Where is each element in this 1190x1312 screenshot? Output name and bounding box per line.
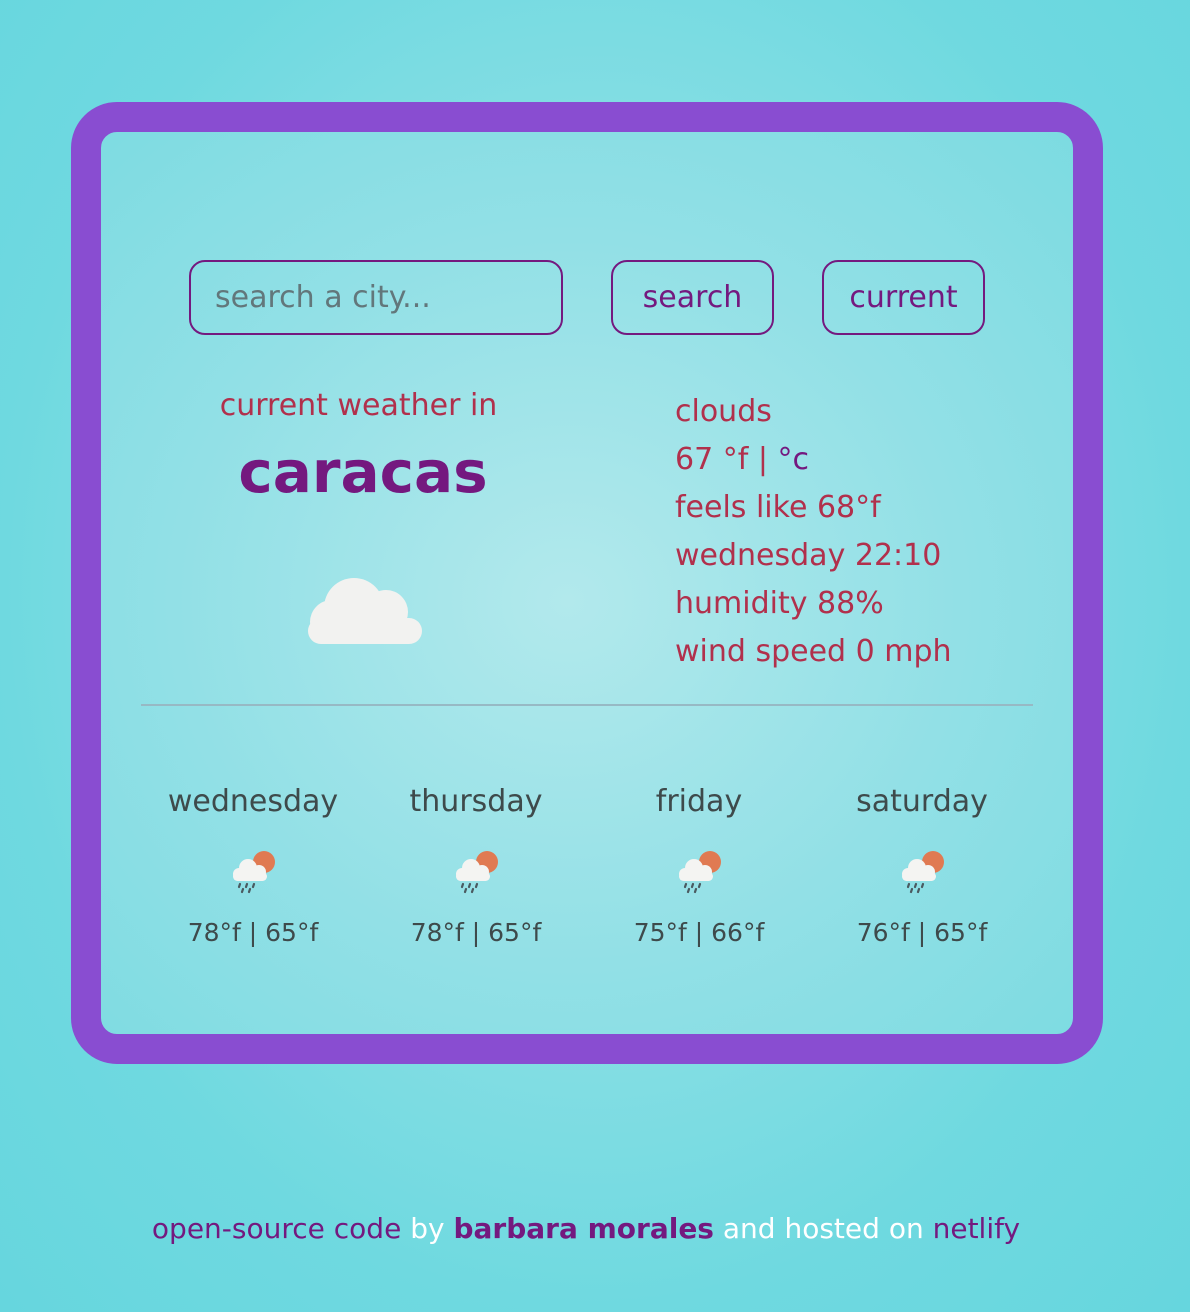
- forecast-day: wednesday 78°f | 65°f: [142, 782, 364, 947]
- author-link[interactable]: barbara morales: [453, 1212, 714, 1245]
- weather-app-inner: search current current weather in caraca…: [101, 132, 1073, 1034]
- forecast-temps: 76°f | 65°f: [856, 918, 988, 947]
- footer: open-source code by barbara morales and …: [0, 1212, 1172, 1245]
- unit-separator: |: [757, 442, 768, 477]
- weather-app-card: search current current weather in caraca…: [71, 102, 1103, 1064]
- rain-sun-icon: [456, 851, 498, 894]
- netlify-link[interactable]: netlify: [933, 1212, 1020, 1245]
- divider: [141, 704, 1033, 706]
- current-location-button[interactable]: current: [822, 260, 985, 335]
- footer-by-text: by: [410, 1212, 445, 1245]
- forecast-day: friday 75°f | 66°f: [588, 782, 810, 947]
- city-search-input[interactable]: [189, 260, 563, 335]
- feels-like: feels like 68°f: [675, 490, 881, 525]
- forecast-day: saturday 76°f | 65°f: [811, 782, 1033, 947]
- date-time: wednesday 22:10: [675, 538, 942, 573]
- weather-description: clouds: [675, 394, 772, 429]
- footer-hosted-text: and hosted on: [722, 1212, 924, 1245]
- temperature-value: 67: [675, 442, 714, 477]
- forecast-temps: 75°f | 66°f: [633, 918, 765, 947]
- forecast-day-name: friday: [655, 784, 743, 819]
- search-button[interactable]: search: [611, 260, 774, 335]
- cloud-icon: [308, 578, 422, 644]
- forecast-day-name: thursday: [409, 784, 543, 819]
- wind-speed: wind speed 0 mph: [675, 634, 952, 669]
- forecast-day-name: saturday: [856, 784, 988, 819]
- rain-sun-icon: [233, 851, 275, 894]
- fahrenheit-link[interactable]: °f: [723, 442, 749, 477]
- source-code-link[interactable]: open-source code: [152, 1212, 401, 1245]
- forecast-temps: 78°f | 65°f: [187, 918, 319, 947]
- celsius-link[interactable]: °c: [778, 442, 810, 477]
- forecast-day-name: wednesday: [167, 784, 339, 819]
- rain-sun-icon: [679, 851, 721, 894]
- rain-sun-icon: [902, 851, 944, 894]
- temperature-row: 67 °f | °c: [675, 436, 952, 484]
- current-weather-heading: current weather in: [219, 388, 498, 423]
- forecast-day: thursday 78°f | 65°f: [365, 782, 587, 947]
- forecast-temps: 78°f | 65°f: [410, 918, 542, 947]
- humidity: humidity 88%: [675, 586, 884, 621]
- city-name: caracas: [238, 438, 488, 506]
- current-details: clouds 67 °f | °c feels like 68°f wednes…: [675, 388, 952, 676]
